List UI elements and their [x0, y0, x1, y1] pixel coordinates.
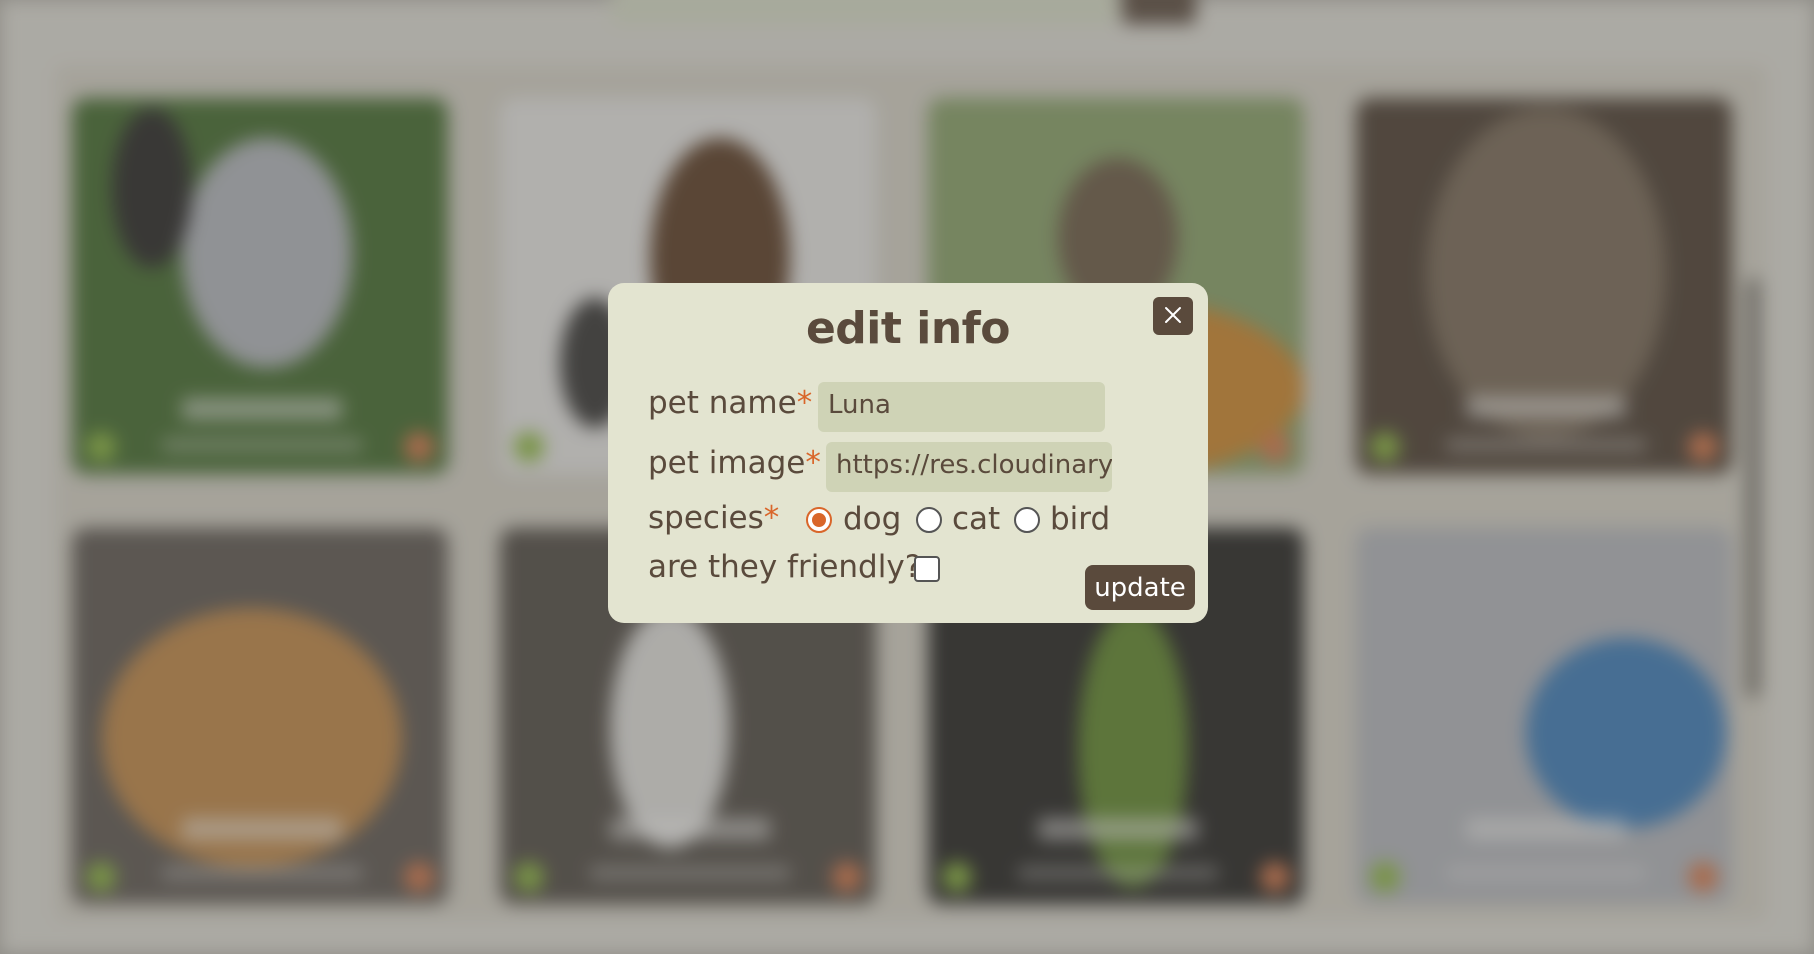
species-option-bird-label: bird — [1050, 501, 1111, 537]
pet-name-label: pet name* — [648, 385, 812, 421]
species-radio-bird[interactable] — [1014, 507, 1040, 533]
species-option-dog-label: dog — [843, 501, 902, 537]
required-mark: * — [796, 385, 813, 421]
pet-image-input[interactable]: https://res.cloudinary.co — [826, 442, 1112, 492]
species-label: species* — [648, 500, 779, 536]
friendly-label: are they friendly? — [648, 549, 922, 585]
required-mark: * — [763, 500, 780, 536]
close-button[interactable] — [1153, 297, 1193, 335]
pet-name-input[interactable]: Luna — [818, 382, 1105, 432]
pet-image-label: pet image* — [648, 445, 821, 481]
edit-info-modal: edit info pet name* Luna pet image* http… — [608, 283, 1208, 623]
update-button[interactable]: update — [1085, 565, 1195, 610]
species-option-cat-label: cat — [952, 501, 1001, 537]
modal-title: edit info — [805, 303, 1011, 354]
species-radio-cat[interactable] — [916, 507, 942, 533]
friendly-checkbox[interactable] — [914, 556, 940, 582]
species-label-text: species — [648, 500, 764, 536]
close-icon — [1164, 306, 1182, 327]
species-radio-dog[interactable] — [806, 507, 832, 533]
pet-image-label-text: pet image — [648, 445, 806, 481]
required-mark: * — [805, 445, 821, 481]
pet-name-label-text: pet name — [648, 385, 797, 421]
